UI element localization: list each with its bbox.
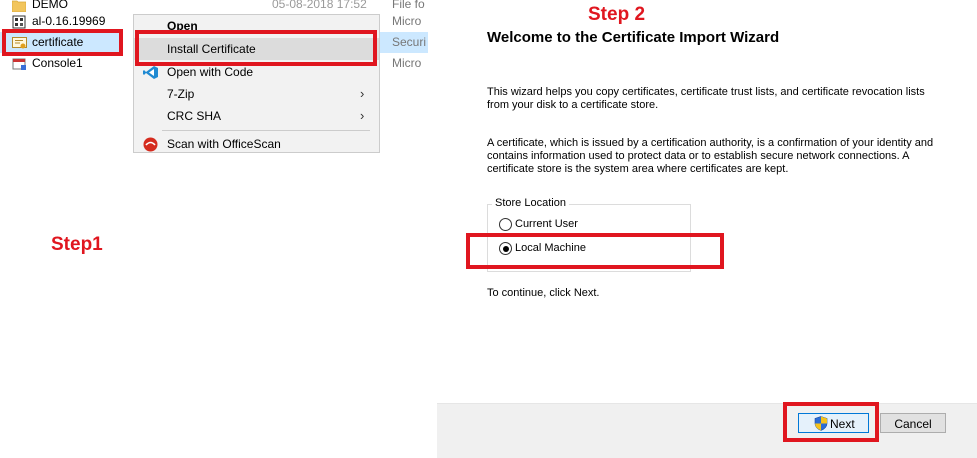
menu-item-label: Scan with OfficeScan bbox=[167, 137, 281, 151]
file-type: Micro bbox=[392, 14, 422, 28]
chevron-right-icon: › bbox=[360, 108, 365, 123]
chevron-right-icon: › bbox=[360, 86, 365, 101]
folder-icon bbox=[11, 0, 27, 13]
officescan-icon bbox=[143, 137, 158, 152]
current-user-label[interactable]: Current User bbox=[515, 218, 578, 230]
menu-separator bbox=[162, 130, 370, 131]
file-type: Securi bbox=[392, 35, 427, 49]
wizard-description: A certificate, which is issued by a cert… bbox=[487, 137, 934, 175]
console-icon bbox=[12, 57, 26, 70]
highlight-local-machine bbox=[466, 233, 724, 269]
step1-label: Step1 bbox=[51, 234, 103, 255]
highlight-install-certificate bbox=[135, 30, 377, 66]
cancel-button[interactable]: Cancel bbox=[880, 413, 946, 433]
step2-label: Step 2 bbox=[588, 4, 646, 25]
menu-item-label: 7-Zip bbox=[167, 87, 195, 101]
file-row-certificate-type: Securi bbox=[378, 32, 428, 53]
file-name: Console1 bbox=[32, 56, 83, 70]
menu-item-crc-sha[interactable]: CRC SHA › bbox=[134, 105, 379, 127]
store-location-label: Store Location bbox=[492, 197, 569, 209]
executable-icon bbox=[12, 15, 26, 29]
highlight-certificate-file bbox=[2, 29, 123, 56]
file-type: Micro bbox=[392, 56, 422, 70]
menu-item-scan-officescan[interactable]: Scan with OfficeScan bbox=[134, 133, 379, 152]
highlight-next-button bbox=[783, 402, 879, 442]
menu-item-label: CRC SHA bbox=[167, 109, 222, 123]
wizard-intro: This wizard helps you copy certificates,… bbox=[487, 86, 925, 111]
menu-item-7zip[interactable]: 7-Zip › bbox=[134, 83, 379, 105]
continue-text: To continue, click Next. bbox=[487, 287, 600, 299]
wizard-title: Welcome to the Certificate Import Wizard bbox=[487, 29, 780, 46]
current-user-radio[interactable] bbox=[499, 218, 512, 231]
